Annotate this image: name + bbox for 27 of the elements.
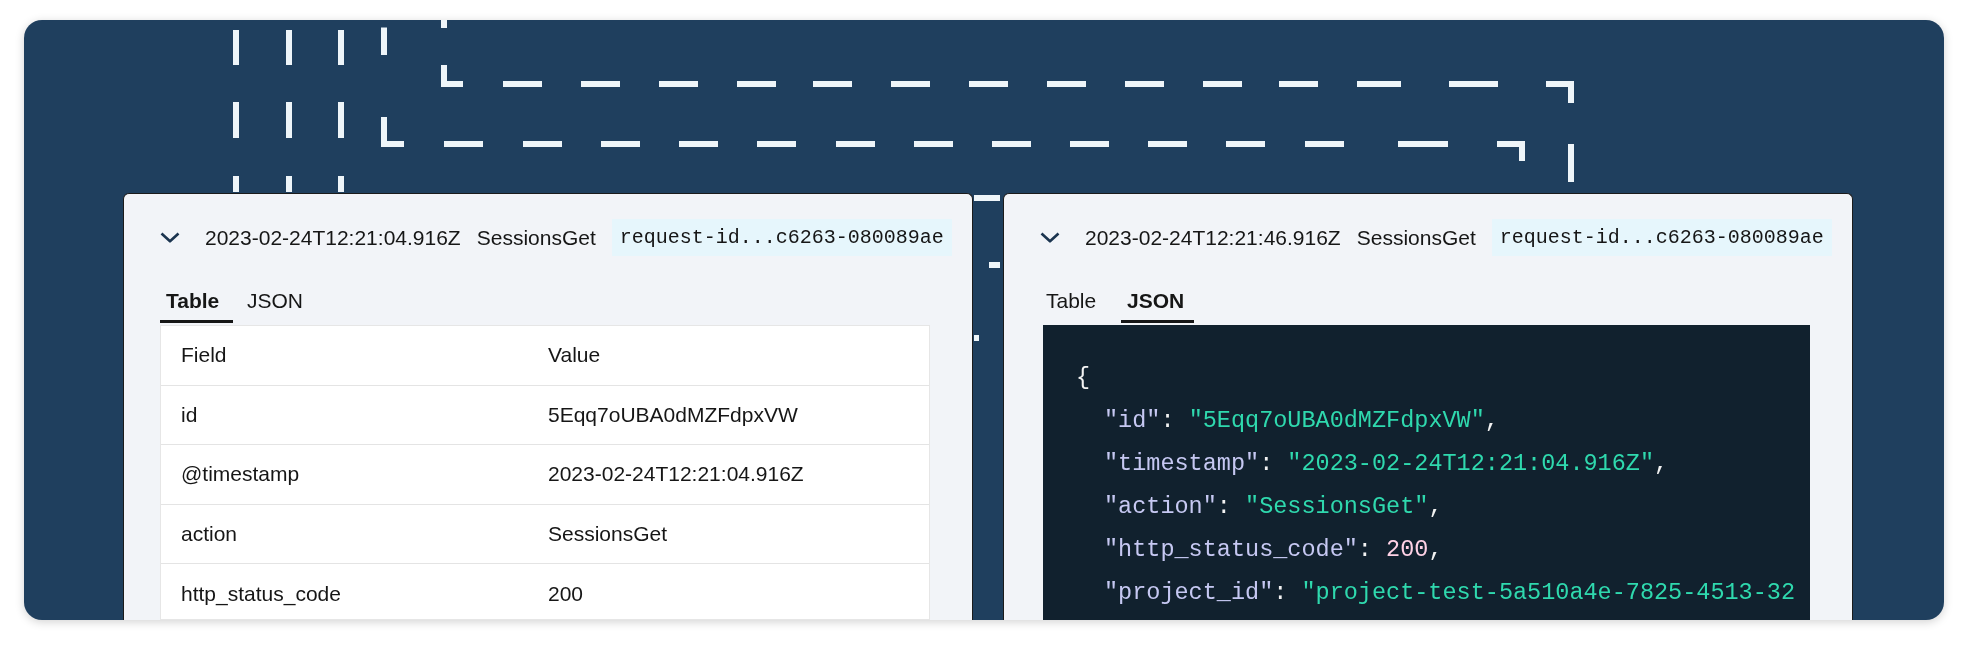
event-timestamp: 2023-02-24T12:21:04.916Z bbox=[205, 224, 461, 251]
view-tab[interactable]: JSON bbox=[241, 283, 314, 323]
event-action: SessionsGet bbox=[1356, 224, 1476, 251]
table-cell-text: 5Eqq7oUBA0dMZFdpxVW bbox=[547, 401, 799, 428]
table-cell-text: action bbox=[180, 521, 239, 548]
dashed-connector bbox=[989, 262, 1000, 268]
chevron-down-icon[interactable] bbox=[160, 232, 180, 243]
view-tab[interactable]: Table bbox=[1040, 283, 1113, 323]
code-line: "project_id": "project-test-5a510a4e-7825-4513-32 bbox=[1104, 578, 1796, 608]
code-line: { bbox=[1076, 363, 1091, 393]
event-timestamp: 2023-02-24T12:21:46.916Z bbox=[1085, 224, 1341, 251]
request-id-badge: request-id...c6263-080089ae bbox=[1491, 219, 1832, 256]
code-line: "action": "SessionsGet", bbox=[1104, 492, 1443, 522]
table-cell-text: SessionsGet bbox=[547, 521, 669, 548]
code-line: "id": "5Eqq7oUBA0dMZFdpxVW", bbox=[1104, 406, 1499, 436]
column-header: Value bbox=[547, 342, 602, 369]
code-line: "http_status_code": 200, bbox=[1104, 535, 1443, 565]
code-line: "timestamp": "2023-02-24T12:21:04.916Z", bbox=[1104, 449, 1669, 479]
table-cell-text: @timestamp bbox=[180, 461, 301, 488]
table-cell-text: 200 bbox=[547, 580, 585, 607]
table-cell-text: 2023-02-24T12:21:04.916Z bbox=[547, 461, 805, 488]
table-cell-text: id bbox=[180, 401, 199, 428]
request-id-badge: request-id...c6263-080089ae bbox=[611, 219, 952, 256]
column-header: Field bbox=[180, 342, 228, 369]
chevron-down-icon[interactable] bbox=[1040, 232, 1060, 243]
event-action: SessionsGet bbox=[476, 224, 596, 251]
table-cell-text: http_status_code bbox=[180, 580, 342, 608]
